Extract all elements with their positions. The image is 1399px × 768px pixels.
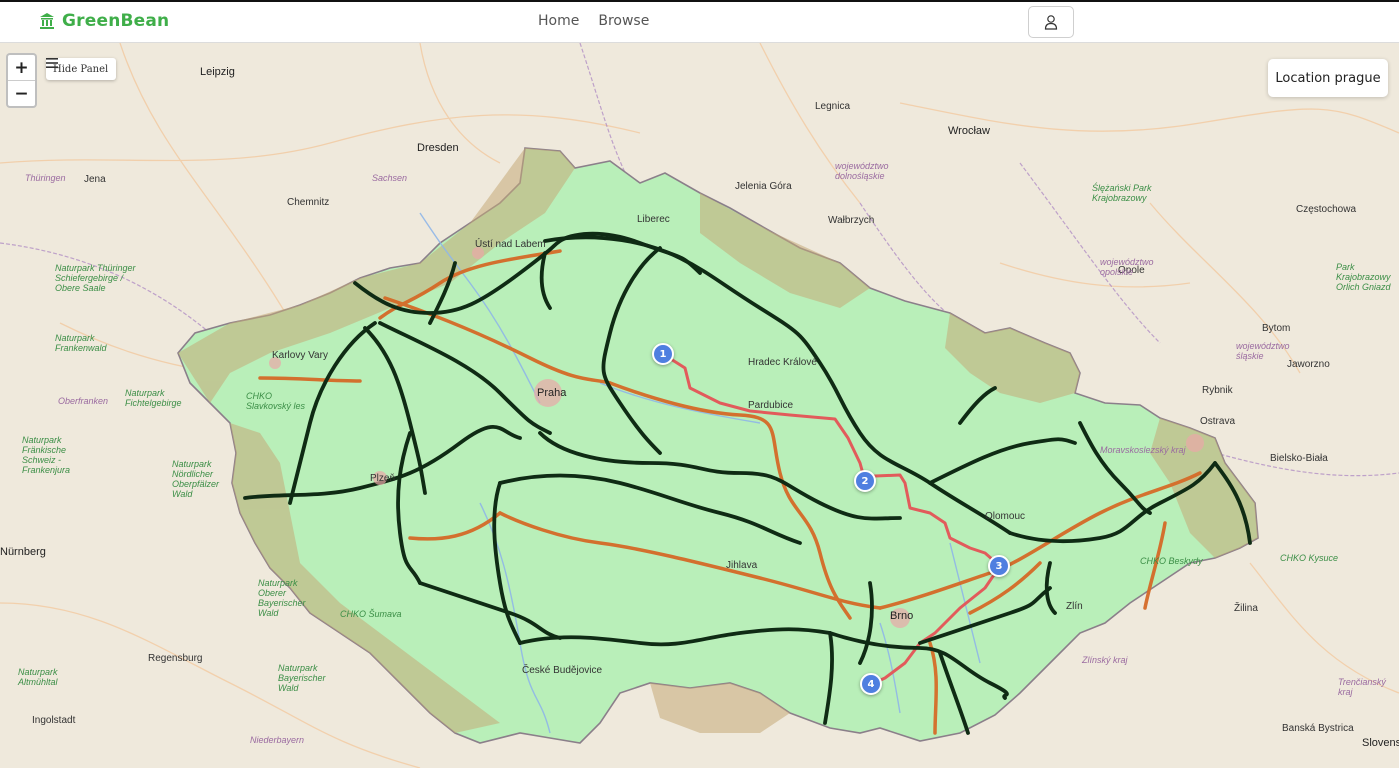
place-label: Zlín	[1066, 601, 1083, 612]
route-marker-3[interactable]: 3	[988, 555, 1010, 577]
place-label: Legnica	[815, 101, 851, 112]
place-label: Bielsko-Biała	[1270, 453, 1328, 464]
park-label: Naturpark Nördlicher Oberpfälzer Wald	[172, 459, 220, 499]
marker-number: 1	[659, 348, 667, 360]
marker-number: 2	[861, 475, 869, 487]
place-label: Wrocław	[948, 125, 990, 137]
park-label: Naturpark Oberer Bayerischer Wald	[258, 578, 306, 618]
building-icon	[40, 13, 54, 29]
park-label: Naturpark Thüringer Schiefergebirge / Ob…	[55, 263, 136, 293]
user-icon	[1044, 15, 1058, 30]
place-label: Karlovy Vary	[272, 350, 328, 361]
park-label: CHKO Kysuce	[1280, 553, 1339, 563]
place-label: Dresden	[417, 142, 459, 154]
place-label: Banská Bystrica	[1282, 723, 1354, 734]
place-label: Jelenia Góra	[735, 181, 792, 192]
region-label: Thüringen	[25, 173, 66, 183]
map-canvas	[0, 43, 1399, 768]
place-label: Pardubice	[748, 400, 794, 411]
park-label: CHKO Beskydy	[1140, 556, 1203, 566]
place-label: České Budějovice	[522, 665, 603, 676]
place-label: Plzeň	[370, 473, 396, 484]
region-label: województwo śląskie	[1236, 341, 1290, 361]
top-navbar: GreenBean Home Browse	[0, 2, 1399, 43]
park-label: CHKO Slavkovský les	[246, 391, 306, 411]
place-label: Bytom	[1262, 323, 1291, 334]
place-label: Regensburg	[148, 653, 203, 664]
region-label: Zlínský kraj	[1082, 655, 1128, 665]
place-label: Jena	[84, 174, 106, 185]
park-label: Naturpark Fränkische Schweiz - Frankenju…	[22, 435, 71, 475]
place-label: Olomouc	[985, 511, 1026, 522]
park-label: Naturpark Altmühltal	[18, 667, 58, 687]
park-label: Ślężański Park Krajobrazowy	[1092, 183, 1152, 203]
park-label: Naturpark Frankenwald	[55, 333, 107, 353]
zoom-in-button[interactable]: +	[8, 55, 35, 80]
location-indicator: Location prague	[1268, 59, 1388, 97]
hide-panel-button[interactable]: Hide Panel	[46, 58, 117, 80]
region-label: Niederbayern	[250, 735, 305, 745]
park-label: Park Krajobrazowy Orlich Gniazd	[1336, 262, 1391, 292]
map-view[interactable]: Leipzig Dresden Wrocław Chemnitz Jena Le…	[0, 43, 1399, 768]
brand-name[interactable]: GreenBean	[62, 11, 169, 31]
marker-number: 3	[995, 560, 1003, 572]
park-label: Naturpark Bayerischer Wald	[278, 663, 326, 693]
zoom-control: + −	[6, 53, 37, 108]
place-label: Jihlava	[726, 560, 758, 571]
region-label: Oberfranken	[58, 396, 109, 406]
zoom-out-button[interactable]: −	[8, 80, 35, 106]
place-label: Praha	[537, 387, 567, 399]
user-account-button[interactable]	[1028, 6, 1074, 38]
hide-panel-label: Hide Panel	[53, 63, 109, 75]
route-marker-2[interactable]: 2	[854, 470, 876, 492]
place-label: Ostrava	[1200, 416, 1236, 427]
place-label: Leipzig	[200, 66, 235, 78]
place-label: Rybnik	[1202, 385, 1233, 396]
region-label: województwo opolskie	[1100, 257, 1154, 277]
place-label: Žilina	[1234, 603, 1258, 614]
nav-browse-link[interactable]: Browse	[598, 13, 649, 29]
place-label: Hradec Králové	[748, 357, 817, 368]
place-label: Ústí nad Labem	[475, 239, 546, 250]
region-label: Sachsen	[372, 173, 408, 183]
route-marker-1[interactable]: 1	[652, 343, 674, 365]
location-label: Location prague	[1275, 70, 1381, 86]
place-label: Wałbrzych	[828, 215, 875, 226]
marker-number: 4	[867, 678, 875, 690]
nav-links: Home Browse	[538, 13, 649, 29]
place-label: Liberec	[637, 214, 670, 225]
brand-logo-link[interactable]: GreenBean	[38, 11, 169, 31]
place-label: Slovensko	[1362, 737, 1399, 749]
park-label: Naturpark Fichtelgebirge	[125, 388, 182, 408]
region-label: Moravskoslezský kraj	[1100, 445, 1186, 455]
region-label: województwo dolnośląskie	[835, 161, 889, 181]
route-marker-4[interactable]: 4	[860, 673, 882, 695]
menu-icon	[46, 58, 58, 68]
nav-home-link[interactable]: Home	[538, 13, 579, 29]
region-label: Trenčianský kraj	[1338, 677, 1386, 697]
place-label: Brno	[890, 610, 914, 622]
place-label: Nürnberg	[0, 546, 46, 558]
place-label: Częstochowa	[1296, 204, 1357, 215]
place-label: Chemnitz	[287, 197, 330, 208]
park-label: CHKO Šumava	[340, 609, 402, 619]
place-label: Ingolstadt	[32, 715, 76, 726]
